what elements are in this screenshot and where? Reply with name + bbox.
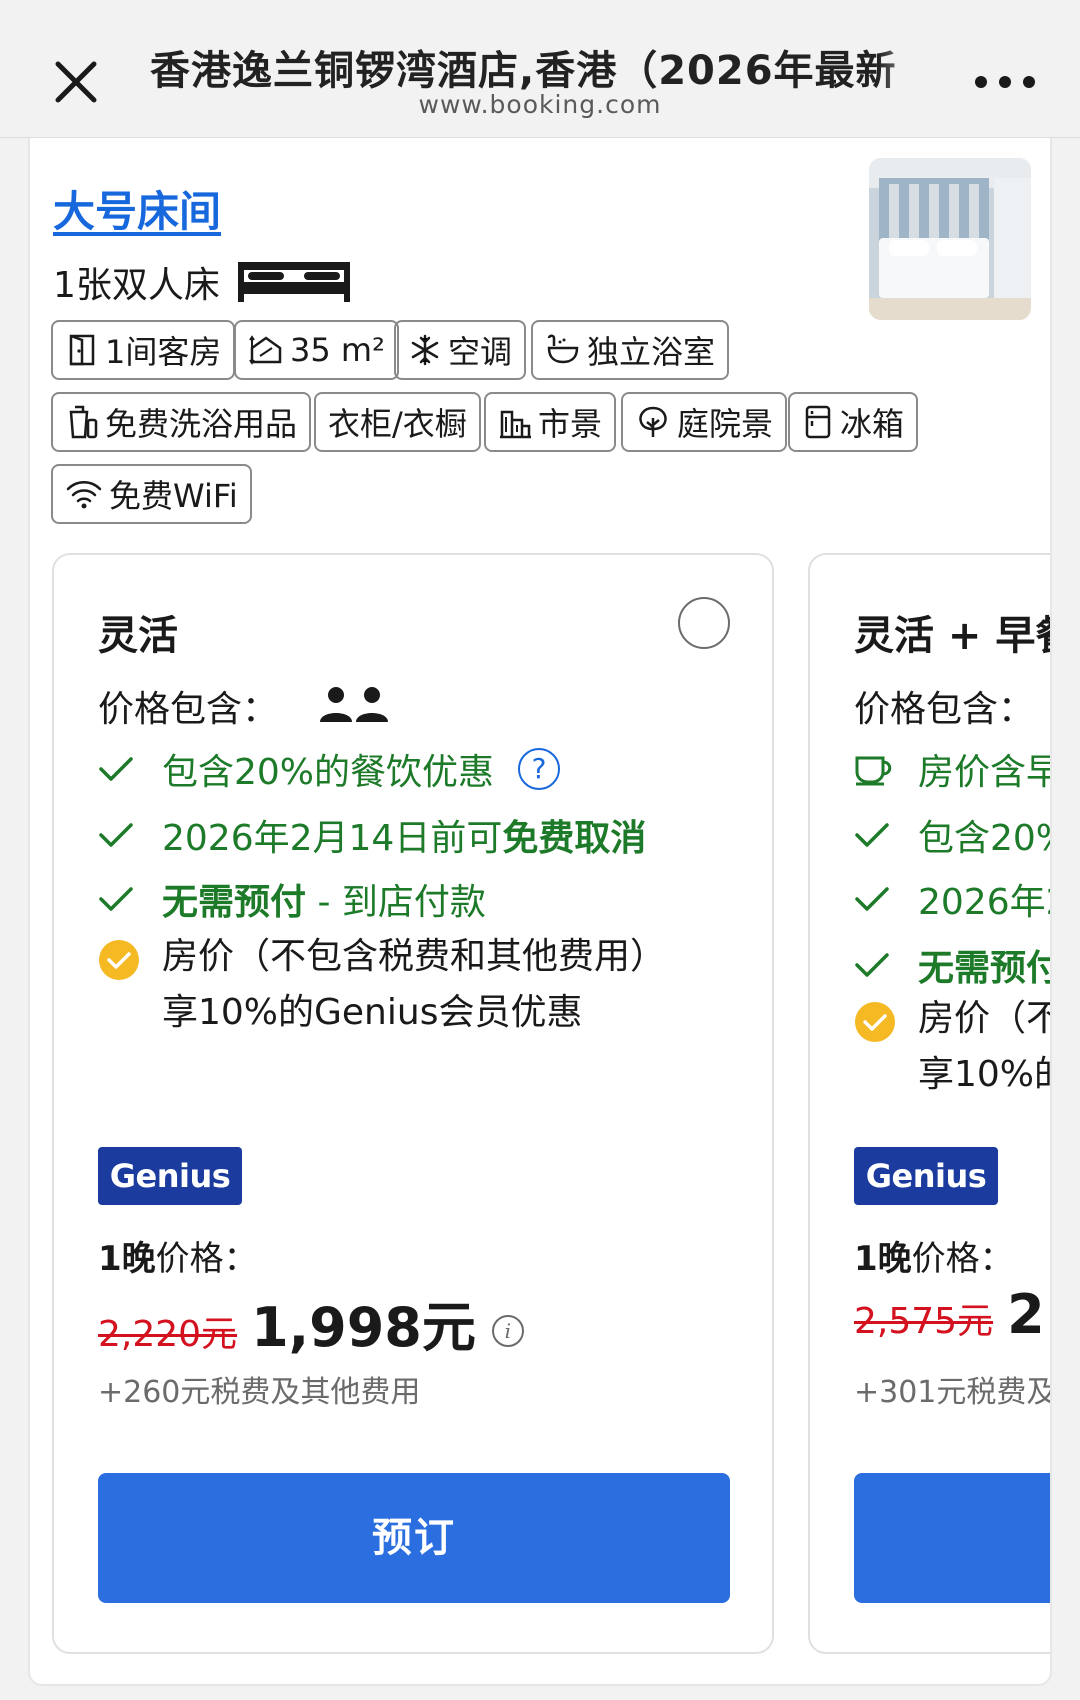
checkmark-icon: [855, 953, 889, 977]
rate-option-title: 灵活 + 早餐: [854, 613, 1050, 659]
rate-option-card: 灵活 价格包含： 包含20%的餐饮优惠 ? 2026年2月14日前可免费取消 无…: [52, 553, 774, 1654]
genius-text-line2: 享10%的Genius会员优惠: [918, 1054, 1050, 1095]
benefit-dining-discount: 包含20%的餐饮优惠 ?: [98, 743, 561, 795]
price-row: 2,220元 1,998元 i: [98, 1283, 524, 1362]
facility-chip-aircon: 空调: [394, 320, 527, 380]
genius-text-line2: 享10%的Genius会员优惠: [162, 992, 583, 1033]
facility-chip-wardrobe: 衣柜/衣橱: [314, 392, 481, 452]
snowflake-icon: [411, 334, 439, 366]
page-title: 香港逸兰铜锣湾酒店,香港（2026年最新: [150, 38, 938, 94]
facility-chip-garden-view: 庭院景: [621, 392, 788, 452]
room-panel: 大号床间 1张双人床 1间客房 35 m² 空调 独立浴室 免费洗浴用品 衣柜/…: [28, 138, 1052, 1686]
benefit-dining-discount: 包含20%的餐饮优惠: [854, 809, 1050, 861]
fridge-icon: [805, 405, 831, 439]
discounted-price: 2: [1007, 1283, 1045, 1346]
two-guests-icon: [320, 687, 389, 722]
price-includes: 价格包含：: [854, 689, 1035, 730]
facility-chip-city-view: 市景: [484, 392, 617, 452]
genius-text-line1: 房价（不包含税费和其他费用）: [162, 936, 667, 977]
benefit-free-cancellation: 2026年2月14日前可免费取消: [854, 873, 1050, 925]
checkmark-icon: [99, 757, 133, 781]
original-price: 2,220元: [98, 1314, 238, 1355]
benefit-no-prepayment: 无需预付 - 到店付款: [854, 939, 1050, 991]
double-bed-icon: [237, 262, 350, 302]
benefit-breakfast: 房价含早餐: [854, 743, 1050, 795]
benefit-genius-discount: [98, 939, 148, 981]
facility-chip-size: 35 m²: [234, 320, 399, 380]
browser-top-bar: 香港逸兰铜锣湾酒店,香港（2026年最新 www.booking.com: [0, 0, 1080, 138]
discounted-price: 1,998元: [251, 1296, 476, 1359]
benefit-genius-discount: [854, 1001, 904, 1043]
price-row: 2,575元 2: [854, 1283, 1045, 1346]
checkmark-icon: [855, 823, 889, 847]
bed-info: 1张双人床: [53, 256, 354, 308]
rate-select-radio[interactable]: [678, 597, 730, 649]
facility-chip-room-count: 1间客房: [51, 320, 236, 380]
door-icon: [69, 334, 95, 366]
room-photo[interactable]: [869, 158, 1031, 320]
genius-check-icon: [855, 1002, 895, 1042]
tax-note: +260元税费及其他费用: [98, 1375, 421, 1410]
rate-option-title: 灵活: [98, 613, 178, 659]
checkmark-icon: [855, 887, 889, 911]
checkmark-icon: [99, 887, 133, 911]
tree-icon: [639, 406, 667, 437]
help-question-icon[interactable]: ?: [518, 748, 561, 790]
toiletries-icon: [69, 405, 98, 439]
bed-label: 1张双人床: [53, 265, 220, 306]
facility-chip-fridge: 冰箱: [788, 392, 919, 452]
rate-option-card-2: 灵活 + 早餐 价格包含： 房价含早餐 包含20%的餐饮优惠 2026年2月14…: [808, 553, 1050, 1654]
coffee-cup-icon: [855, 756, 892, 786]
room-name-link[interactable]: 大号床间: [53, 178, 221, 239]
genius-badge: Genius: [854, 1147, 998, 1205]
page-url: www.booking.com: [418, 90, 662, 119]
facility-chip-toiletries: 免费洗浴用品: [51, 392, 312, 452]
genius-badge: Genius: [98, 1147, 242, 1205]
facility-chip-wifi: 免费WiFi: [51, 464, 252, 524]
checkmark-icon: [99, 823, 133, 847]
room-size-icon: [249, 335, 282, 365]
benefit-no-prepayment: 无需预付 - 到店付款: [98, 873, 486, 925]
genius-check-icon: [99, 940, 139, 980]
book-button[interactable]: [854, 1473, 1050, 1603]
price-info-icon[interactable]: i: [491, 1315, 524, 1347]
more-options-icon[interactable]: [975, 76, 1035, 92]
benefit-free-cancellation: 2026年2月14日前可免费取消: [98, 809, 646, 861]
wifi-icon: [66, 481, 102, 509]
book-button[interactable]: 预订: [98, 1473, 730, 1603]
facility-chip-bathroom: 独立浴室: [531, 320, 730, 380]
night-price-label: 1晚价格：: [98, 1239, 258, 1279]
night-price-label: 1晚价格：: [854, 1239, 1014, 1279]
city-view-icon: [500, 410, 531, 439]
original-price: 2,575元: [854, 1301, 994, 1342]
tax-note: +301元税费及其他费用: [854, 1375, 1050, 1410]
bathtub-icon: [547, 334, 579, 364]
price-includes: 价格包含：: [98, 680, 390, 732]
genius-text-line1: 房价（不包含税费和其他费用）: [918, 998, 1050, 1039]
